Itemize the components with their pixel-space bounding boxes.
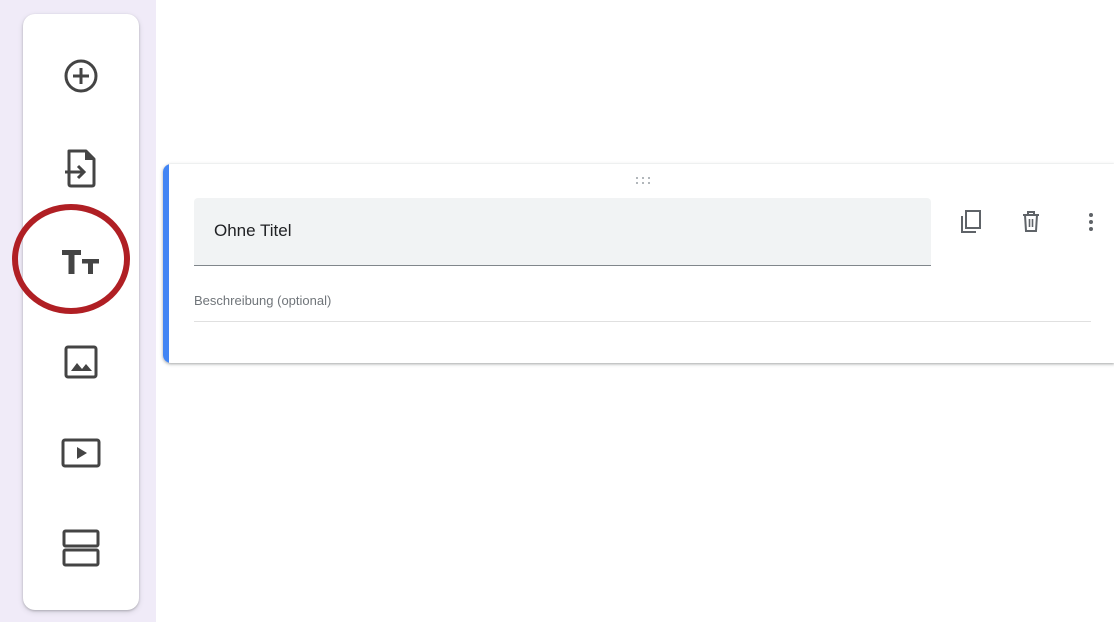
add-video-button[interactable] [47, 419, 115, 487]
import-icon [61, 146, 101, 190]
description-input[interactable]: Beschreibung (optional) [194, 290, 1091, 322]
add-title-button[interactable] [47, 228, 115, 296]
floating-toolbar [23, 14, 139, 610]
title-description-card[interactable]: Ohne Titel Beschreibung (optional) [163, 164, 1114, 363]
video-icon [59, 433, 103, 473]
add-section-button[interactable] [47, 514, 115, 582]
duplicate-button[interactable] [957, 209, 985, 240]
import-questions-button[interactable] [47, 134, 115, 202]
description-placeholder: Beschreibung (optional) [194, 293, 332, 308]
delete-button[interactable] [1017, 210, 1045, 238]
title-input[interactable]: Ohne Titel [194, 198, 931, 266]
drag-handle-icon[interactable] [633, 174, 653, 186]
more-vert-icon [1087, 211, 1095, 238]
duplicate-icon [959, 209, 983, 240]
title-input-value: Ohne Titel [214, 221, 292, 240]
add-question-button[interactable] [47, 42, 115, 110]
section-icon [59, 526, 103, 570]
more-options-button[interactable] [1077, 210, 1105, 238]
delete-icon [1020, 210, 1042, 239]
add-image-button[interactable] [47, 328, 115, 396]
title-icon [59, 242, 103, 282]
card-accent-bar [163, 164, 169, 363]
add-circle-icon [61, 56, 101, 96]
image-icon [61, 342, 101, 382]
